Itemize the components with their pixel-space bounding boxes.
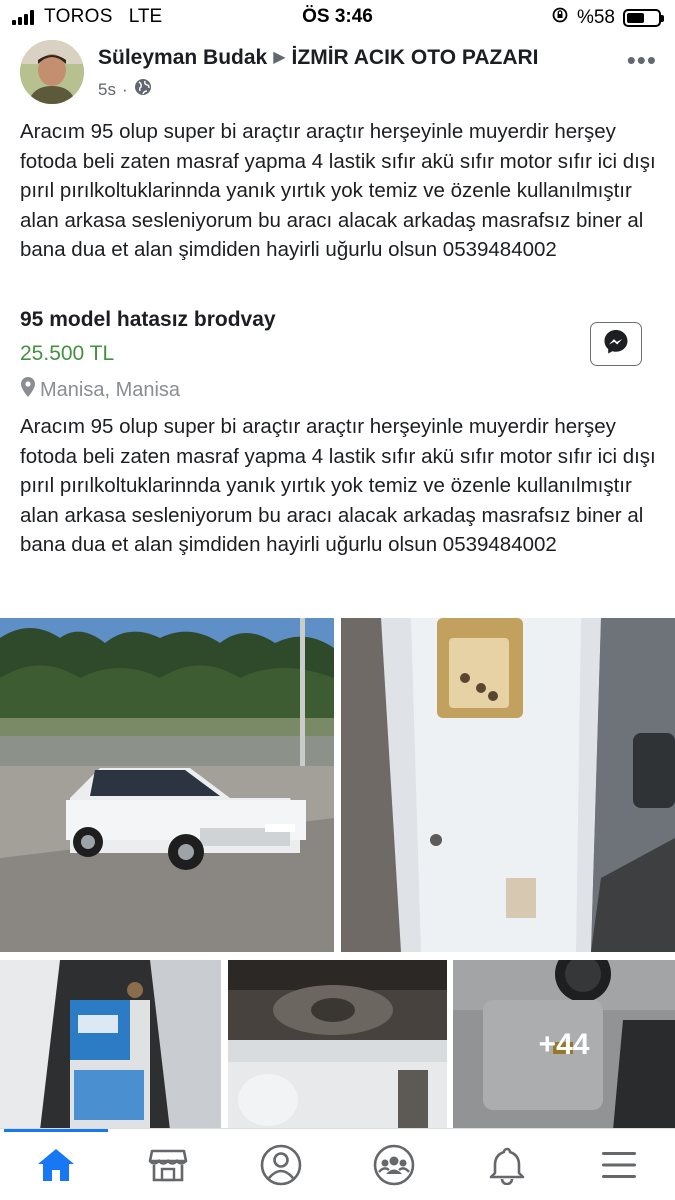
menu-icon[interactable] <box>594 1143 644 1187</box>
listing-title: 95 model hatasız brodvay <box>20 308 276 331</box>
avatar[interactable] <box>20 40 84 104</box>
photo-engine[interactable] <box>228 960 447 1130</box>
location-text: Manisa, Manisa <box>40 378 181 401</box>
photo-engine-bay-more[interactable]: +44 <box>453 960 675 1130</box>
more-options-button[interactable]: ••• <box>627 47 657 73</box>
listing-description: Aracım 95 olup super bi araçtır araçtır … <box>20 415 656 556</box>
photo-door-latch[interactable] <box>341 618 675 952</box>
post-time[interactable]: 5s <box>98 80 116 100</box>
photo-battery[interactable] <box>0 960 221 1130</box>
listing-price: 25.500 TL <box>20 342 115 365</box>
post-text: Aracım 95 olup super bi araçtır araçtır … <box>20 120 656 261</box>
author-name[interactable]: Süleyman Budak <box>98 46 267 69</box>
profile-icon[interactable] <box>256 1143 306 1187</box>
home-icon[interactable] <box>31 1143 81 1187</box>
group-name[interactable]: İZMİR ACIK OTO PAZARI <box>292 46 539 69</box>
messenger-button[interactable] <box>590 322 642 366</box>
messenger-icon <box>602 328 630 361</box>
status-right: %58 <box>551 6 664 30</box>
post-meta: 5s · <box>98 78 152 101</box>
notifications-icon[interactable] <box>482 1143 532 1187</box>
separator-dot: · <box>121 79 128 99</box>
marketplace-icon[interactable] <box>143 1143 193 1187</box>
battery-percent: %58 <box>576 7 615 28</box>
active-tab-indicator <box>4 1129 108 1132</box>
status-bar: TOROS LTE ÖS 3:46 %58 <box>0 0 675 34</box>
listing-location: Manisa, Manisa <box>20 376 180 404</box>
arrow-right-icon: ▶ <box>273 49 286 66</box>
photo-car-exterior[interactable] <box>0 618 334 952</box>
battery-icon <box>623 9 664 27</box>
orientation-lock-icon <box>551 6 569 30</box>
location-pin-icon <box>20 376 36 404</box>
bottom-nav <box>0 1128 675 1200</box>
post-header: Süleyman Budak ▶ İZMİR ACIK OTO PAZARI 5s … <box>18 38 661 108</box>
author-line: Süleyman Budak ▶ İZMİR ACIK OTO PAZARI <box>98 46 538 70</box>
groups-icon[interactable] <box>369 1143 419 1187</box>
more-photos-count[interactable]: +44 <box>453 960 675 1130</box>
globe-icon <box>134 78 152 101</box>
